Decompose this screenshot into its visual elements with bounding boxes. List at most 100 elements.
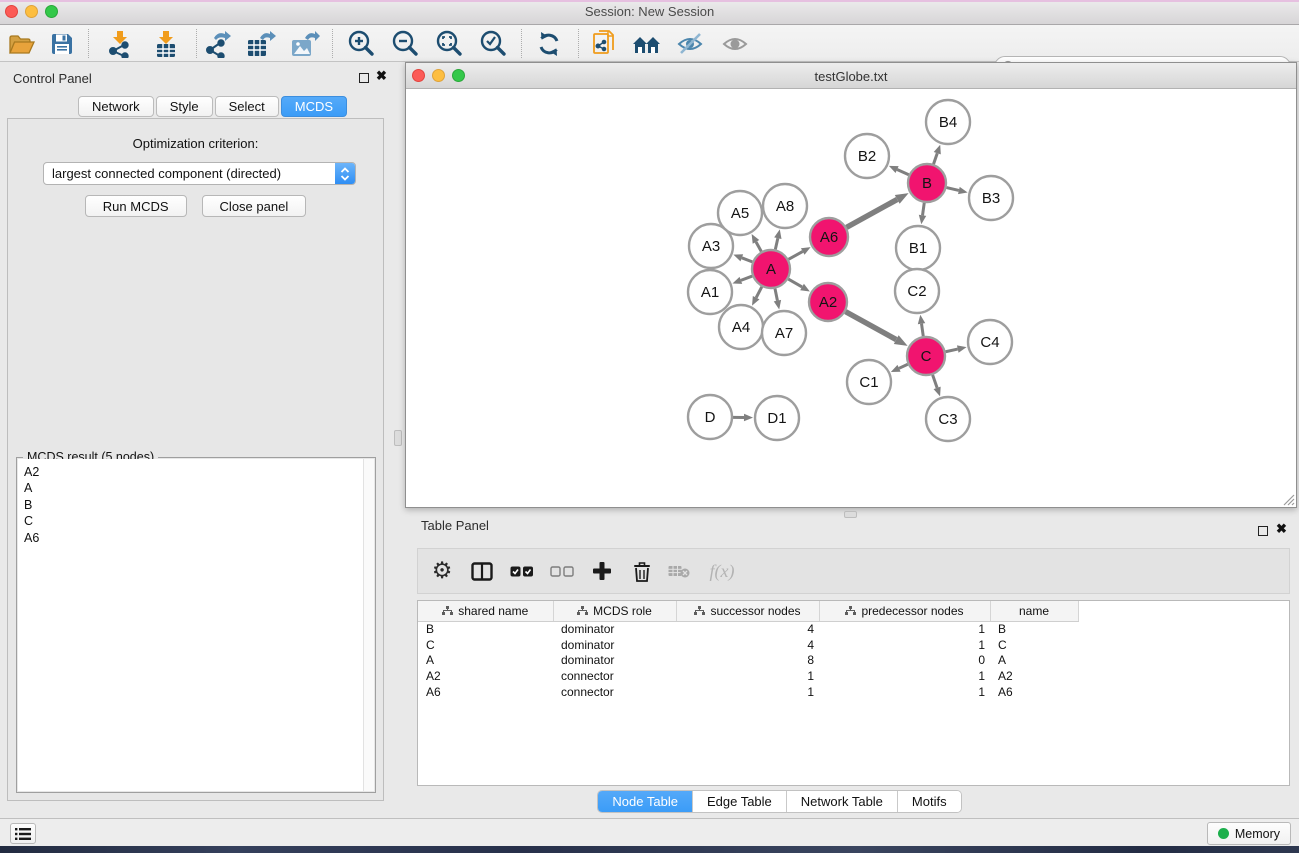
column-header-name[interactable]: name [990, 601, 1078, 621]
save-session-button[interactable] [44, 28, 80, 59]
edge-A6-B[interactable] [847, 199, 898, 227]
cell[interactable]: 1 [819, 637, 990, 653]
tab-mcds[interactable]: MCDS [281, 96, 347, 117]
cell[interactable]: B [418, 621, 553, 637]
horizontal-divider-grip[interactable] [844, 511, 857, 518]
network-window-titlebar[interactable]: testGlobe.txt [406, 63, 1296, 89]
table-row[interactable]: Bdominator41B [418, 621, 1078, 637]
table-row[interactable]: Cdominator41C [418, 637, 1078, 653]
cell[interactable]: 0 [819, 653, 990, 669]
resize-grip-icon[interactable] [1280, 491, 1295, 506]
export-image-button[interactable] [287, 28, 323, 59]
edge-C-C2[interactable] [922, 324, 924, 337]
edge-C-C3[interactable] [933, 375, 938, 388]
edge-B-B3[interactable] [946, 188, 958, 191]
node-D1[interactable]: D1 [755, 396, 799, 440]
tab-node-table[interactable]: Node Table [598, 791, 693, 812]
node-C2[interactable]: C2 [895, 269, 939, 313]
cell[interactable]: connector [553, 684, 676, 700]
edge-B-B2[interactable] [897, 170, 909, 175]
tab-style[interactable]: Style [156, 96, 213, 117]
tab-network-table[interactable]: Network Table [787, 791, 898, 812]
cell[interactable]: C [418, 637, 553, 653]
edge-A-A3[interactable] [742, 258, 753, 262]
node-C4[interactable]: C4 [968, 320, 1012, 364]
export-table-button[interactable] [243, 28, 279, 59]
zoom-fit-button[interactable] [431, 28, 467, 59]
show-all-button[interactable] [718, 28, 754, 59]
mcds-result-list[interactable]: A2ABCA6 [18, 459, 363, 791]
result-item[interactable]: A2 [24, 464, 363, 480]
edge-A-A4[interactable] [756, 287, 762, 298]
node-A1[interactable]: A1 [688, 270, 732, 314]
node-A5[interactable]: A5 [718, 191, 762, 235]
node-B2[interactable]: B2 [845, 134, 889, 178]
cell[interactable]: 1 [819, 684, 990, 700]
column-header-predecessor-nodes[interactable]: predecessor nodes [819, 601, 990, 621]
criterion-select[interactable]: largest connected component (directed) [43, 162, 356, 185]
table-settings-button[interactable]: ⚙ [422, 551, 462, 591]
zoom-out-button[interactable] [387, 28, 423, 59]
tab-select[interactable]: Select [215, 96, 279, 117]
edge-A-A8[interactable] [775, 238, 778, 249]
table-row[interactable]: Adominator80A [418, 653, 1078, 669]
create-column-button[interactable] [582, 551, 622, 591]
cell[interactable]: 1 [819, 668, 990, 684]
edge-C-C4[interactable] [946, 349, 958, 352]
tab-edge-table[interactable]: Edge Table [693, 791, 787, 812]
delete-columns-button[interactable] [622, 551, 662, 591]
node-D[interactable]: D [688, 395, 732, 439]
edge-B-B4[interactable] [934, 153, 938, 164]
result-item[interactable]: A6 [24, 530, 363, 546]
result-item[interactable]: A [24, 480, 363, 496]
node-table-grid[interactable]: shared nameMCDS rolesuccessor nodesprede… [418, 601, 1079, 700]
cell[interactable]: B [990, 621, 1078, 637]
cell[interactable]: dominator [553, 653, 676, 669]
node-A6[interactable]: A6 [810, 218, 848, 256]
node-B1[interactable]: B1 [896, 226, 940, 270]
cell[interactable]: A2 [418, 668, 553, 684]
edge-A-A7[interactable] [775, 289, 777, 301]
node-A7[interactable]: A7 [762, 311, 806, 355]
edge-A2-C[interactable] [846, 312, 897, 340]
open-session-button[interactable] [4, 28, 40, 59]
cell[interactable]: 1 [819, 621, 990, 637]
cell[interactable]: A6 [418, 684, 553, 700]
column-header-MCDS-role[interactable]: MCDS role [553, 601, 676, 621]
import-network-button[interactable] [102, 28, 138, 59]
table-float-panel-icon[interactable] [1258, 526, 1268, 536]
refresh-button[interactable] [531, 28, 567, 59]
select-all-button[interactable] [502, 551, 542, 591]
cell[interactable]: 1 [676, 684, 819, 700]
float-panel-icon[interactable] [359, 73, 369, 83]
cell[interactable]: A [418, 653, 553, 669]
cell[interactable]: 1 [676, 668, 819, 684]
edge-B-B1[interactable] [923, 203, 925, 216]
zoom-in-button[interactable] [343, 28, 379, 59]
table-close-panel-icon[interactable]: ✖ [1276, 521, 1287, 537]
node-B[interactable]: B [908, 164, 946, 202]
node-A[interactable]: A [752, 250, 790, 288]
cell[interactable]: 4 [676, 637, 819, 653]
zoom-selected-button[interactable] [475, 28, 511, 59]
export-network-button[interactable] [200, 28, 236, 59]
memory-button[interactable]: Memory [1207, 822, 1291, 845]
node-C3[interactable]: C3 [926, 397, 970, 441]
show-columns-button[interactable] [462, 551, 502, 591]
node-C[interactable]: C [907, 337, 945, 375]
close-panel-button[interactable]: Close panel [202, 195, 307, 217]
network-from-selection-button[interactable] [587, 28, 623, 59]
vertical-divider-grip[interactable] [394, 430, 402, 446]
cell[interactable]: A6 [990, 684, 1078, 700]
task-history-button[interactable] [10, 823, 36, 844]
node-B4[interactable]: B4 [926, 100, 970, 144]
cell[interactable]: A2 [990, 668, 1078, 684]
tab-motifs[interactable]: Motifs [898, 791, 961, 812]
node-A8[interactable]: A8 [763, 184, 807, 228]
cell[interactable]: dominator [553, 637, 676, 653]
node-A2[interactable]: A2 [809, 283, 847, 321]
edge-A-A1[interactable] [741, 276, 752, 280]
network-canvas[interactable]: AA1A2A3A4A5A6A7A8BB1B2B3B4CC1C2C3C4DD1 [406, 89, 1296, 507]
edge-A-A6[interactable] [789, 251, 803, 259]
tab-network[interactable]: Network [78, 96, 154, 117]
